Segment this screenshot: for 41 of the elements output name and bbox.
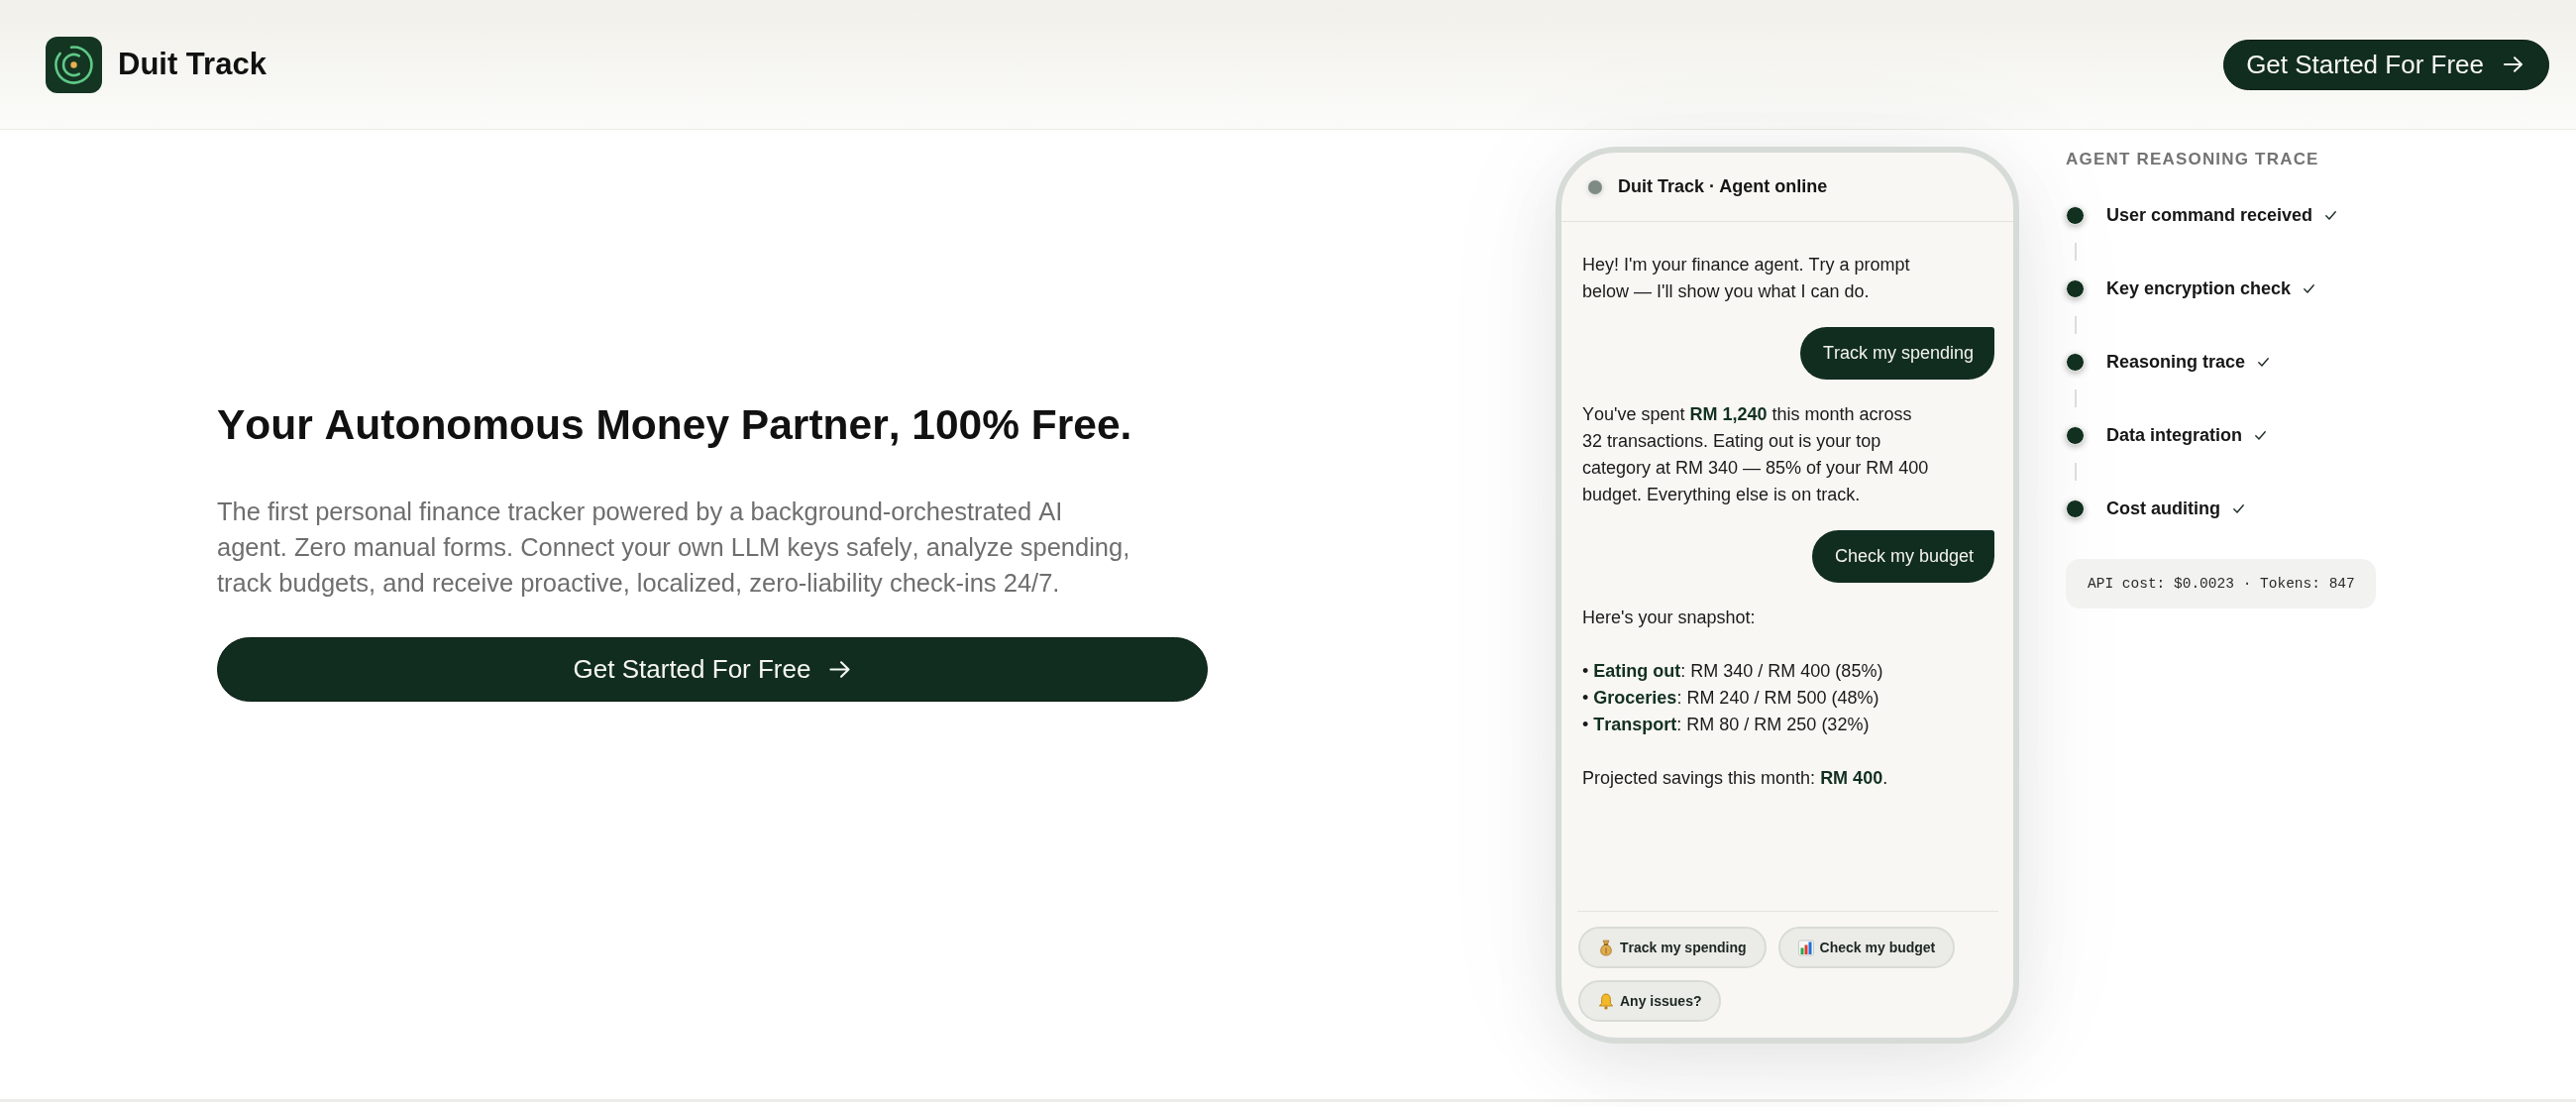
step-label: User command received	[2106, 204, 2313, 226]
chat-title: Duit Track · Agent online	[1618, 176, 1828, 197]
agent-message: You've spent RM 1,240 this month across 32 transactions. Eating out is your top category at RM 340 — 85% of your RM 400 budget. Everything else is on track.	[1582, 403, 1930, 506]
step-label: Reasoning trace	[2106, 351, 2246, 373]
timeline-connector	[2075, 389, 2077, 407]
get-started-button[interactable]: Get Started For Free	[217, 637, 1208, 702]
agent-message: Here's your snapshot:	[1582, 607, 1757, 629]
get-started-button[interactable]: Get Started For Free	[2223, 39, 2549, 90]
bell-icon	[1598, 992, 1614, 1010]
arrow-right-icon	[2504, 56, 2523, 72]
step-label: Cost auditing	[2106, 498, 2220, 519]
user-message-bubble: Check my budget	[1811, 530, 1994, 583]
agent-message: Projected savings this month: RM 400.	[1582, 767, 1889, 790]
hero-title: Your Autonomous Money Partner, 100% Free.	[217, 400, 1133, 450]
step-label: Data integration	[2106, 424, 2242, 446]
timeline-connector	[2075, 463, 2077, 481]
suggestion-chip[interactable]: Track my spending	[1578, 927, 1767, 968]
timeline-connector	[2075, 243, 2077, 261]
user-message-bubble: Track my spending	[1799, 327, 1994, 380]
money-bag-icon	[1598, 939, 1614, 956]
cost-summary: API cost: $0.0023 · Tokens: 847	[2066, 559, 2376, 609]
check-icon	[2258, 357, 2270, 367]
step-label: Key encryption check	[2106, 277, 2292, 299]
check-icon	[2255, 430, 2266, 440]
check-icon	[2325, 210, 2337, 220]
brand-name: Duit Track	[118, 47, 267, 82]
status-dot-icon	[1588, 179, 1602, 194]
message-list-item: • Groceries: RM 240 / RM 500 (48%)	[1582, 687, 1880, 710]
arrow-right-icon	[829, 661, 852, 678]
suggestion-chip[interactable]: Check my budget	[1777, 927, 1956, 968]
timeline-connector	[2075, 316, 2077, 334]
message-list-item: • Transport: RM 80 / RM 250 (32%)	[1582, 714, 1871, 736]
hero-description: The first personal finance tracker powered by a background-orchestrated AI agent. Zero manual forms. Connect your own LLM keys safely, analyze spending, track budgets, and receive proactive, localized, zero-liability check-ins 24/7.	[217, 497, 1131, 599]
suggestion-chip[interactable]: Any issues?	[1578, 980, 1722, 1022]
bar-chart-icon	[1797, 939, 1814, 956]
message-list-item: • Eating out: RM 340 / RM 400 (85%)	[1582, 660, 1884, 683]
check-icon	[2304, 283, 2315, 293]
check-icon	[2233, 503, 2244, 513]
logo-icon	[46, 36, 102, 93]
agent-message: Hey! I'm your finance agent. Try a prompt below — I'll show you what I can do.	[1582, 254, 1911, 303]
trace-heading: AGENT REASONING TRACE	[2066, 150, 2320, 169]
